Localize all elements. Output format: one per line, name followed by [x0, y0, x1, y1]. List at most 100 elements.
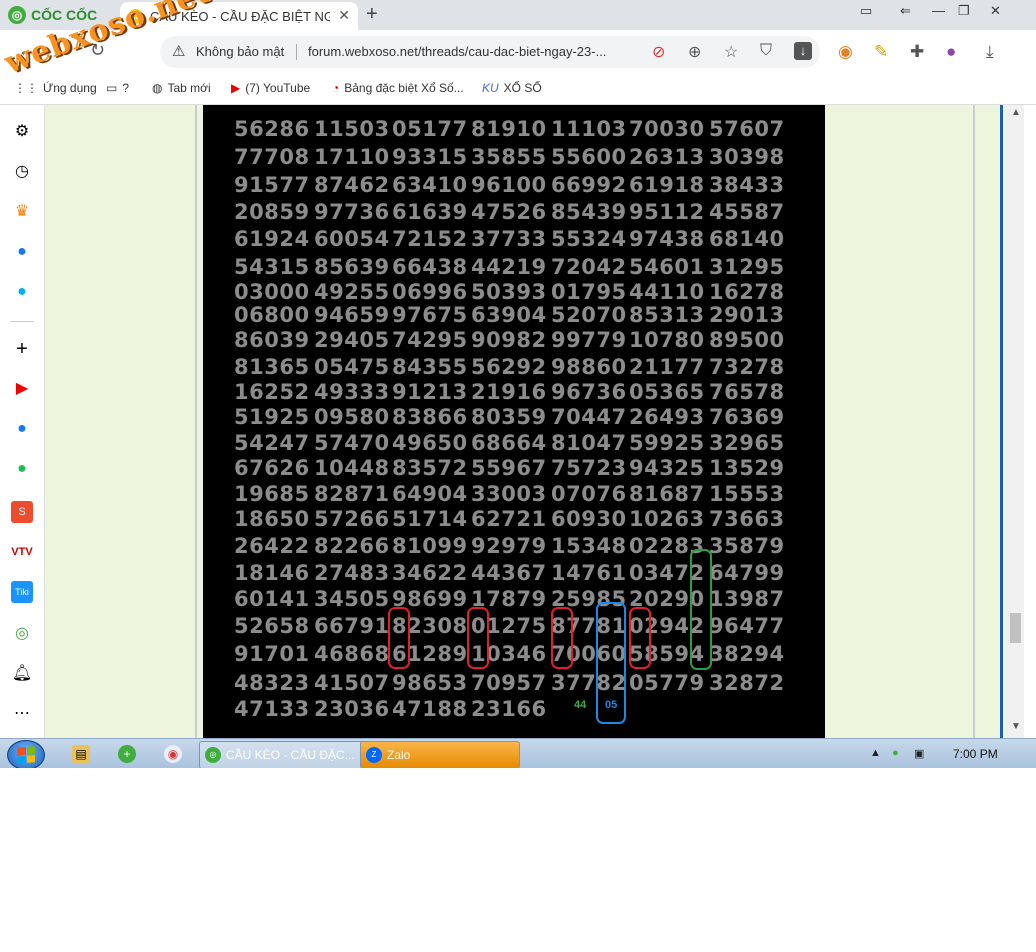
- more-icon[interactable]: ⋯: [11, 703, 33, 725]
- vtv-icon[interactable]: VTV: [11, 541, 33, 563]
- number-row: 61924 60054 72152 37733 55324 97438 68140: [203, 227, 825, 251]
- network-icon[interactable]: ▣: [914, 747, 924, 760]
- coccoc-extension-icon[interactable]: ◉: [838, 42, 853, 62]
- tiki-icon[interactable]: Tiki: [11, 581, 33, 603]
- bookmark-apps[interactable]: ⋮⋮ Ứng dụng: [14, 81, 97, 95]
- pencil-icon[interactable]: ✎: [874, 42, 888, 62]
- facebook-icon[interactable]: ●: [11, 418, 33, 440]
- number-row: 47133 23036 47188 23166: [203, 697, 825, 721]
- number-cell: 56286: [234, 117, 310, 141]
- download-page-icon[interactable]: ↓: [794, 42, 812, 60]
- number-row: 54315 85639 66438 44219 72042 54601 31295: [203, 255, 825, 279]
- spotify-icon[interactable]: ●: [11, 458, 33, 480]
- blocked-popup-icon[interactable]: ⊘: [652, 42, 665, 62]
- number-cell: 23166: [471, 697, 547, 721]
- bookmark-xoso[interactable]: KU XỔ SỐ: [482, 81, 542, 95]
- taskbar-task-zalo[interactable]: Z Zalo: [360, 741, 520, 768]
- number-cell: 06996: [392, 280, 468, 304]
- file-explorer-icon[interactable]: ▤: [72, 745, 90, 763]
- number-cell: 92979: [471, 534, 547, 558]
- number-cell: 97438: [629, 227, 705, 251]
- scroll-up-icon[interactable]: ▲: [1011, 107, 1021, 118]
- zoom-icon[interactable]: ⊕: [688, 42, 701, 62]
- bell-icon[interactable]: 🔔︎: [11, 663, 33, 685]
- coccoc-pinned-icon[interactable]: +: [118, 745, 136, 763]
- close-window-icon[interactable]: ✕: [990, 3, 1001, 19]
- bookmark-youtube[interactable]: ▶ (7) YouTube: [231, 81, 310, 95]
- scrollbar-thumb[interactable]: [1010, 613, 1021, 643]
- number-cell: 64904: [392, 482, 468, 506]
- number-cell: 77708: [234, 145, 310, 169]
- skype-icon[interactable]: ●: [11, 281, 33, 303]
- shield-icon[interactable]: ⛉: [760, 42, 772, 60]
- column-border: [195, 105, 197, 738]
- number-cell: 34505: [314, 587, 390, 611]
- bookmark-newtab[interactable]: ◍ Tab mới: [152, 81, 211, 95]
- crown-icon[interactable]: ♛: [11, 201, 33, 223]
- tray-expand-icon[interactable]: ▲: [870, 747, 881, 759]
- profile-avatar-icon[interactable]: ●: [946, 42, 956, 62]
- page-scrollbar[interactable]: ▲ ▼: [1007, 105, 1024, 738]
- number-cell: 72042: [551, 255, 627, 279]
- number-row: 48323 41507 98653 70957 37782 05779 32872: [203, 671, 825, 695]
- number-cell: 49255: [314, 280, 390, 304]
- number-cell: 47526: [471, 200, 547, 224]
- number-cell: 14761: [551, 561, 627, 585]
- windows-taskbar: ▤ + ◉ ◎ CẦU KÈO - CẦU ĐẶC... Z Zalo ▲ ● …: [0, 738, 1036, 768]
- number-cell: 61924: [234, 227, 310, 251]
- downloads-icon[interactable]: ⤓: [986, 42, 994, 62]
- screenshot-icon[interactable]: ▭: [860, 3, 872, 19]
- address-bar[interactable]: ⚠ Không bảo mật forum.webxoso.net/thread…: [160, 36, 820, 68]
- history-icon[interactable]: ◷: [11, 161, 33, 183]
- number-cell: 51925: [234, 405, 310, 429]
- chrome-icon[interactable]: ◉: [164, 745, 182, 763]
- number-cell: 85439: [551, 200, 627, 224]
- number-cell: 96477: [709, 614, 785, 638]
- number-cell: 94659: [314, 303, 390, 327]
- number-cell: 06800: [234, 303, 310, 327]
- url-text[interactable]: forum.webxoso.net/threads/cau-dac-biet-n…: [308, 44, 638, 59]
- tab-close-icon[interactable]: ✕: [338, 7, 350, 24]
- number-row: 20859 97736 61639 47526 85439 95112 45587: [203, 200, 825, 224]
- number-row: 81365 05475 84355 56292 98860 21177 73278: [203, 355, 825, 379]
- number-cell: 50393: [471, 280, 547, 304]
- number-cell: 81687: [629, 482, 705, 506]
- number-cell: 18650: [234, 507, 310, 531]
- minimize-icon[interactable]: —: [932, 3, 945, 18]
- taskbar-task-coccoc[interactable]: ◎ CẦU KÈO - CẦU ĐẶC...: [199, 741, 382, 768]
- number-cell: 46868: [314, 642, 390, 666]
- bookmark-star-icon[interactable]: ☆: [724, 42, 738, 62]
- messenger-icon[interactable]: ●: [11, 241, 33, 263]
- number-cell: 66992: [551, 173, 627, 197]
- start-button[interactable]: [7, 740, 45, 768]
- number-cell: 80359: [471, 405, 547, 429]
- number-cell: 73278: [709, 355, 785, 379]
- number-cell: 98653: [392, 671, 468, 695]
- number-cell: 57470: [314, 431, 390, 455]
- number-cell: 31295: [709, 255, 785, 279]
- number-cell: 63410: [392, 173, 468, 197]
- bookmark-lottery[interactable]: ◔ Bảng đặc biệt Xổ Số...: [332, 81, 464, 95]
- new-tab-icon[interactable]: +: [366, 3, 378, 26]
- extensions-icon[interactable]: ✚: [910, 42, 924, 62]
- number-cell: 26422: [234, 534, 310, 558]
- tray-coccoc-icon[interactable]: ●: [892, 747, 899, 759]
- number-cell: 34622: [392, 561, 468, 585]
- coccoc-sidebar-icon[interactable]: ◎: [11, 623, 33, 645]
- bookmark-folder[interactable]: ▭?: [106, 81, 129, 95]
- youtube-sidebar-icon[interactable]: ▶: [11, 378, 33, 400]
- settings-icon[interactable]: ⚙: [11, 121, 33, 143]
- number-cell: 62721: [471, 507, 547, 531]
- back-arrow-small-icon[interactable]: ⇐: [900, 3, 911, 19]
- add-icon[interactable]: +: [11, 338, 33, 360]
- security-status[interactable]: Không bảo mật: [196, 44, 284, 59]
- number-row: 91701 46868 61289 10346 70060 58594 38294: [203, 642, 825, 666]
- scroll-down-icon[interactable]: ▼: [1011, 721, 1021, 732]
- shopee-icon[interactable]: S: [11, 501, 33, 523]
- number-row: 54247 57470 49650 68664 81047 59925 32965: [203, 431, 825, 455]
- number-cell: 15348: [551, 534, 627, 558]
- number-cell: 03000: [234, 280, 310, 304]
- green-highlight-box: [690, 549, 712, 670]
- restore-icon[interactable]: ❐: [958, 3, 970, 19]
- clock[interactable]: 7:00 PM: [953, 747, 998, 761]
